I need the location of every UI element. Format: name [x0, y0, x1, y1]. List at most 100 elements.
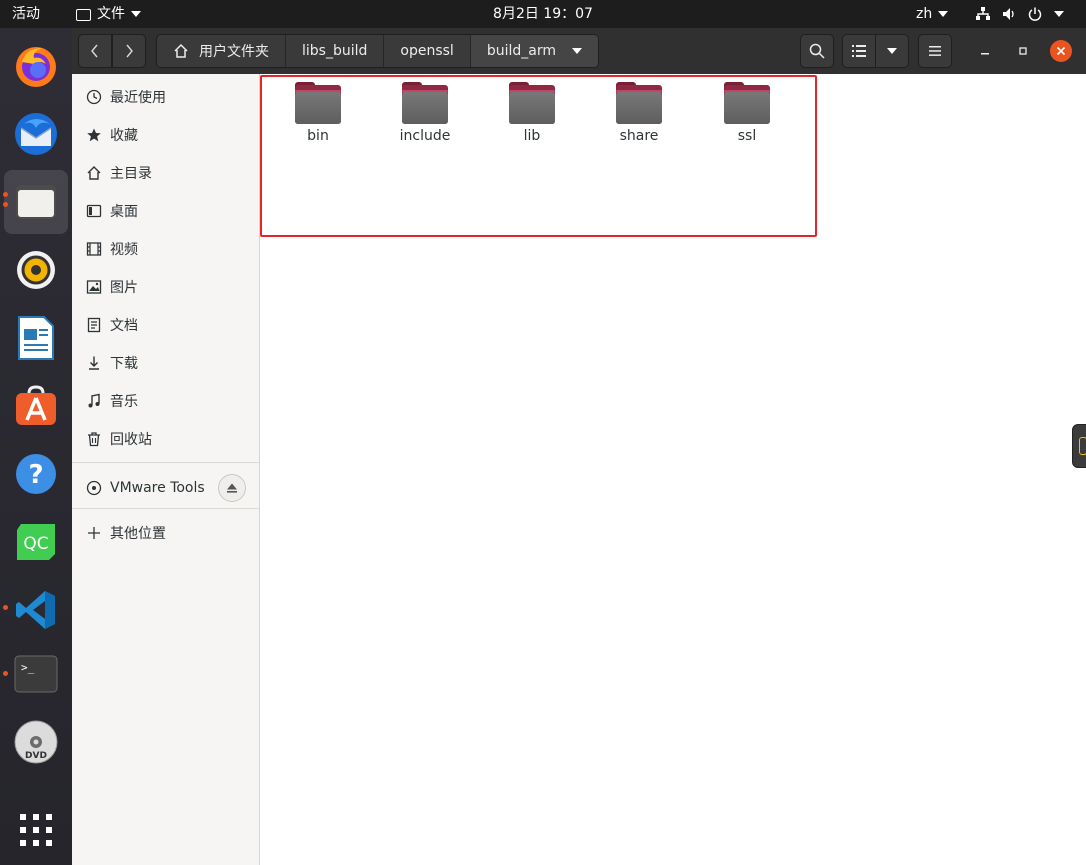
maximize-button[interactable] — [1008, 34, 1038, 68]
view-options-button[interactable] — [875, 34, 909, 68]
clock-icon — [86, 89, 102, 105]
home-icon — [87, 166, 101, 180]
running-indicator — [3, 202, 8, 207]
firefox-icon — [16, 47, 56, 87]
sidebar-item-downloads[interactable]: 下载 — [72, 344, 260, 382]
sidebar-item-label: 最近使用 — [110, 90, 166, 106]
download-icon — [89, 356, 99, 370]
path-crumb-label: build_arm — [486, 43, 556, 59]
maximize-icon — [1019, 47, 1027, 55]
search-icon — [809, 43, 825, 59]
top-bar: 活动 文件 8月2日 19：07 zh — [0, 0, 1086, 28]
path-crumb-openssl[interactable]: openssl — [384, 35, 471, 67]
help-launcher[interactable]: ? — [4, 442, 68, 506]
path-crumb-label: 用户文件夹 — [199, 44, 269, 60]
sidebar-item-label: 下载 — [110, 356, 138, 372]
image-icon — [86, 280, 102, 294]
eject-button[interactable] — [218, 474, 246, 502]
dvd-launcher[interactable]: DVD — [4, 710, 68, 774]
close-icon — [1050, 40, 1072, 62]
sidebar-item-videos[interactable]: 视频 — [72, 230, 260, 268]
qt-creator-launcher[interactable]: QC — [4, 510, 68, 574]
thunderbird-launcher[interactable] — [4, 102, 68, 166]
chevron-down-icon — [571, 48, 582, 54]
sidebar-item-desktop[interactable]: 桌面 — [72, 192, 260, 230]
svg-text:?: ? — [28, 460, 43, 490]
sidebar-item-vmware-tools[interactable]: VMware Tools — [72, 466, 260, 510]
sidebar-item-label: 回收站 — [110, 432, 152, 448]
document-icon — [87, 317, 101, 333]
desktop-icon — [86, 204, 102, 218]
vscode-launcher[interactable] — [4, 578, 68, 642]
running-indicator — [3, 605, 8, 610]
main-menu-button[interactable] — [918, 34, 952, 68]
firefox-launcher[interactable] — [4, 34, 68, 98]
input-method-menu[interactable]: zh — [916, 0, 949, 28]
close-button[interactable] — [1048, 34, 1074, 68]
files-launcher[interactable] — [4, 170, 68, 234]
sidebar-separator — [72, 462, 260, 463]
sidebar-item-label: 视频 — [110, 242, 138, 258]
vscode-icon — [16, 591, 55, 629]
sidebar-item-other-locations[interactable]: 其他位置 — [72, 514, 260, 552]
sidebar: 最近使用 收藏 主目录 桌面 视频 图片 文档 下载 音乐 回收站 VMware… — [72, 74, 260, 865]
sidebar-item-music[interactable]: 音乐 — [72, 382, 260, 420]
search-button[interactable] — [800, 34, 834, 68]
trash-icon — [88, 432, 100, 447]
chevron-down-icon — [887, 48, 897, 54]
path-crumb-build-arm[interactable]: build_arm — [470, 35, 598, 67]
home-icon — [174, 43, 188, 58]
minimize-button[interactable] — [970, 34, 1000, 68]
path-crumb-label: openssl — [400, 43, 454, 59]
music-icon — [88, 393, 100, 408]
terminal-launcher[interactable]: >_ — [4, 642, 68, 706]
chevron-left-icon — [91, 44, 98, 58]
forward-button[interactable] — [112, 34, 146, 68]
star-icon — [87, 128, 101, 142]
libreoffice-writer-launcher[interactable] — [4, 306, 68, 370]
qt-creator-icon: QC — [17, 524, 55, 560]
path-crumb-libs-build[interactable]: libs_build — [286, 35, 385, 67]
sidebar-item-home[interactable]: 主目录 — [72, 154, 260, 192]
sidebar-item-trash[interactable]: 回收站 — [72, 420, 260, 458]
path-crumb-label: libs_build — [302, 43, 368, 59]
dock: ? QC >_ DVD — [0, 28, 72, 865]
network-icon — [976, 7, 990, 20]
rhythmbox-launcher[interactable] — [4, 238, 68, 302]
power-icon — [1028, 7, 1042, 21]
path-crumb-home[interactable]: 用户文件夹 — [157, 35, 286, 67]
eject-icon — [227, 483, 237, 493]
sidebar-item-pictures[interactable]: 图片 — [72, 268, 260, 306]
document-icon — [18, 316, 54, 360]
chevron-right-icon — [126, 44, 133, 58]
help-icon: ? — [16, 454, 56, 494]
software-store-icon — [16, 385, 56, 425]
sidebar-item-label: 音乐 — [110, 394, 138, 410]
sidebar-item-recent[interactable]: 最近使用 — [72, 78, 260, 116]
back-button[interactable] — [78, 34, 112, 68]
plus-icon — [88, 527, 100, 539]
sidebar-item-label: 文档 — [110, 318, 138, 334]
sidebar-item-label: 桌面 — [110, 204, 138, 220]
side-drawer-handle[interactable] — [1072, 424, 1086, 468]
running-indicator — [3, 192, 8, 197]
show-applications-button[interactable] — [4, 798, 68, 862]
thunderbird-icon — [15, 113, 57, 155]
disc-icon — [86, 480, 102, 496]
sidebar-item-starred[interactable]: 收藏 — [72, 116, 260, 154]
volume-icon — [1003, 8, 1014, 20]
system-tray[interactable] — [976, 0, 1064, 28]
svg-text:QC: QC — [23, 534, 48, 554]
svg-text:DVD: DVD — [25, 751, 47, 761]
path-bar: 用户文件夹 libs_build openssl build_arm — [156, 34, 599, 68]
usb-icon — [1079, 437, 1086, 455]
highlight-annotation — [260, 75, 817, 237]
terminal-icon: >_ — [14, 655, 58, 693]
sidebar-item-documents[interactable]: 文档 — [72, 306, 260, 344]
view-list-button[interactable] — [842, 34, 876, 68]
chevron-down-icon — [1054, 11, 1064, 17]
app-grid-icon — [20, 814, 52, 846]
sidebar-item-label: 主目录 — [110, 166, 152, 182]
ubuntu-software-launcher[interactable] — [4, 374, 68, 438]
svg-text:>_: >_ — [21, 661, 35, 674]
